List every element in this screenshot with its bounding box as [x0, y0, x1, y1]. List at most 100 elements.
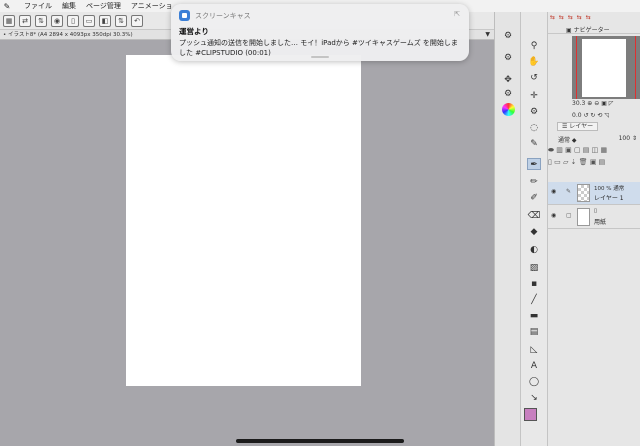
- shape-tool-icon[interactable]: ▪: [527, 278, 541, 290]
- visibility-eye-icon[interactable]: ◉: [551, 212, 556, 219]
- palette-color-icon[interactable]: ⬬: [548, 146, 554, 154]
- eyedropper-tool-icon[interactable]: ✎: [527, 138, 541, 150]
- menu-page-management[interactable]: ページ管理: [86, 1, 121, 11]
- rotate-right-icon[interactable]: ↻: [590, 112, 595, 119]
- panel-collapse-icon[interactable]: ⇆ ⇆ ⇆ ⇆ ⇆: [550, 14, 592, 21]
- tab-navigator[interactable]: ▣ ナビゲーター: [566, 25, 610, 34]
- save-icon[interactable]: ◧: [99, 14, 111, 27]
- rotate-tool-icon[interactable]: ↺: [527, 72, 541, 84]
- flip-icon[interactable]: ◸: [609, 100, 614, 107]
- pen-tool-icon[interactable]: ✒: [527, 158, 541, 170]
- flip-vertical-icon[interactable]: ◹: [604, 112, 609, 119]
- mask-icon[interactable]: ◫: [592, 146, 599, 154]
- eraser-tool-icon[interactable]: ⌫: [527, 210, 541, 222]
- zoom-out-icon[interactable]: ⊖: [594, 100, 599, 107]
- settings-gear-icon[interactable]: ⚙: [501, 30, 515, 42]
- menu-animation[interactable]: アニメーショ: [131, 1, 173, 11]
- triangle-ruler-icon[interactable]: ◺: [527, 344, 541, 356]
- layer-opacity[interactable]: 100 ⇕: [619, 135, 637, 142]
- navigator-tab-label: ナビゲーター: [573, 27, 610, 34]
- ruler-show-icon[interactable]: ▤: [583, 146, 590, 154]
- merge-down-icon[interactable]: ⇣: [571, 158, 577, 166]
- sort-arrows-2-icon[interactable]: ⇅: [115, 14, 127, 27]
- notification-title: 運営より: [179, 27, 209, 36]
- sort-arrows-icon[interactable]: ⇅: [35, 14, 47, 27]
- sub-tool-column: ⚙ ⚙ ✥ ⚙: [495, 12, 521, 446]
- more-options-icon[interactable]: ▤: [599, 158, 606, 166]
- push-notification[interactable]: スクリーンキャス ⇱ 運営より プッシュ通知の送信を開始しました… モイ！iPa…: [171, 4, 469, 61]
- grid-menu-icon[interactable]: ▦: [3, 14, 15, 27]
- new-raster-layer-icon[interactable]: ▯: [548, 158, 552, 166]
- new-document-icon[interactable]: ▯: [67, 14, 79, 27]
- delete-layer-icon[interactable]: 🗑: [579, 158, 588, 166]
- tab-dropdown-icon[interactable]: ▼: [485, 30, 490, 40]
- home-indicator[interactable]: [236, 439, 404, 443]
- open-document-icon[interactable]: ▭: [83, 14, 95, 27]
- lasso-tool-icon[interactable]: ◌: [527, 122, 541, 134]
- notification-app-name: スクリーンキャス: [195, 11, 251, 20]
- lock-icon[interactable]: ▣: [565, 146, 572, 154]
- clip-icon[interactable]: ▥: [556, 146, 563, 154]
- undo-icon[interactable]: ↶: [131, 14, 143, 27]
- correction-tool-icon[interactable]: ↘: [527, 392, 541, 404]
- color-wheel-icon[interactable]: [502, 103, 515, 116]
- fit-icon[interactable]: ▣: [601, 100, 607, 107]
- reset-rotation-icon[interactable]: ⟲: [597, 112, 602, 119]
- zoom-value[interactable]: 30.3: [572, 100, 585, 107]
- tool-column: ⚲ ✋ ↺ ✛ ⚙ ◌ ✎ ✒ ✏ ✐ ⌫ ◆ ◐ ▨ ▪ ╱ ▬ ▤ ◺ A …: [521, 12, 548, 446]
- zoom-tool-icon[interactable]: ⚲: [527, 40, 541, 52]
- menu-edit[interactable]: 編集: [62, 1, 76, 11]
- new-folder-icon[interactable]: ▱: [563, 158, 568, 166]
- move-layer-icon[interactable]: ✛: [527, 90, 541, 102]
- user-settings-icon[interactable]: ⇄: [19, 14, 31, 27]
- layer-mask-icon[interactable]: ▣: [590, 158, 597, 166]
- zoom-in-icon[interactable]: ⊕: [587, 100, 592, 107]
- angle-value[interactable]: 0.0: [572, 112, 582, 119]
- gradient-tool-icon[interactable]: ▨: [527, 262, 541, 274]
- notification-grabber[interactable]: [311, 56, 329, 58]
- screencast-app-icon: [179, 10, 190, 21]
- layer-color-icon[interactable]: ▦: [601, 146, 608, 154]
- color-slider-icon[interactable]: ⚙: [501, 88, 515, 100]
- expand-arrow-icon[interactable]: ⇱: [454, 10, 460, 18]
- navigator-preview[interactable]: [572, 36, 640, 99]
- rotate-left-icon[interactable]: ↺: [583, 112, 588, 119]
- navigator-view-frame[interactable]: [576, 36, 636, 99]
- canvas-page[interactable]: [126, 55, 361, 386]
- frame-tool-icon[interactable]: ▬: [527, 310, 541, 322]
- brush-tool-icon[interactable]: ✐: [527, 192, 541, 204]
- line-tool-icon[interactable]: ╱: [527, 294, 541, 306]
- right-panel: ⚙ ⚙ ✥ ⚙ ⚲ ✋ ↺ ✛ ⚙ ◌ ✎ ✒ ✏ ✐ ⌫ ◆ ◐ ▨ ▪ ╱ …: [494, 12, 640, 446]
- tool-property-icon[interactable]: ⚙: [501, 52, 515, 64]
- ruler-tool-icon[interactable]: ▤: [527, 326, 541, 338]
- eye-icon[interactable]: ◉: [51, 14, 63, 27]
- paper-layer-name: 用紙: [594, 219, 607, 226]
- main-color-swatch[interactable]: [524, 408, 537, 421]
- text-tool-icon[interactable]: A: [527, 360, 541, 372]
- layer-row-2[interactable]: ◉ ▢ ▯ 用紙: [548, 206, 640, 229]
- operation-tool-icon[interactable]: ⚙: [527, 106, 541, 118]
- navigator-tabs: ⇆ ⇆ ⇆ ⇆ ⇆ ▣ ナビゲーター: [548, 12, 640, 34]
- navigator-panel: ⇆ ⇆ ⇆ ⇆ ⇆ ▣ ナビゲーター 30.3 ⊕ ⊖ ▣ ◸ 0.0 ↺ ↻ …: [548, 12, 640, 119]
- fill-tool-icon[interactable]: ◐: [527, 244, 541, 256]
- blend-mode-select[interactable]: 通常 ◆: [558, 135, 577, 144]
- app-logo-icon[interactable]: ✎: [0, 2, 14, 11]
- document-tab-label: • イラスト8* (A4 2894 x 4093px 350dpi 30.3%): [3, 32, 133, 38]
- edit-pen-icon[interactable]: ✎: [566, 188, 571, 195]
- paper-icon: ▯: [594, 208, 598, 214]
- layer-icon-row-1: ⬬ ▥ ▣ ▢ ▤ ◫ ▦: [548, 146, 640, 158]
- paper-thumbnail: [577, 208, 590, 226]
- tab-layer[interactable]: ☰ レイヤー: [557, 122, 599, 131]
- blend-tool-icon[interactable]: ◆: [527, 226, 541, 238]
- balloon-tool-icon[interactable]: ◯: [527, 376, 541, 388]
- lock-checkbox[interactable]: ▢: [566, 212, 572, 219]
- brush-size-icon[interactable]: ✥: [501, 74, 515, 86]
- opacity-value: 100: [618, 135, 631, 142]
- menu-file[interactable]: ファイル: [24, 1, 52, 11]
- layer-row-1[interactable]: ◉ ✎ 100 % 通常 レイヤー 1: [548, 182, 640, 205]
- visibility-eye-icon[interactable]: ◉: [551, 188, 556, 195]
- new-vector-layer-icon[interactable]: ▭: [554, 158, 561, 166]
- pencil-tool-icon[interactable]: ✏: [527, 176, 541, 188]
- hand-tool-icon[interactable]: ✋: [527, 56, 541, 68]
- reference-layer-icon[interactable]: ▢: [574, 146, 581, 154]
